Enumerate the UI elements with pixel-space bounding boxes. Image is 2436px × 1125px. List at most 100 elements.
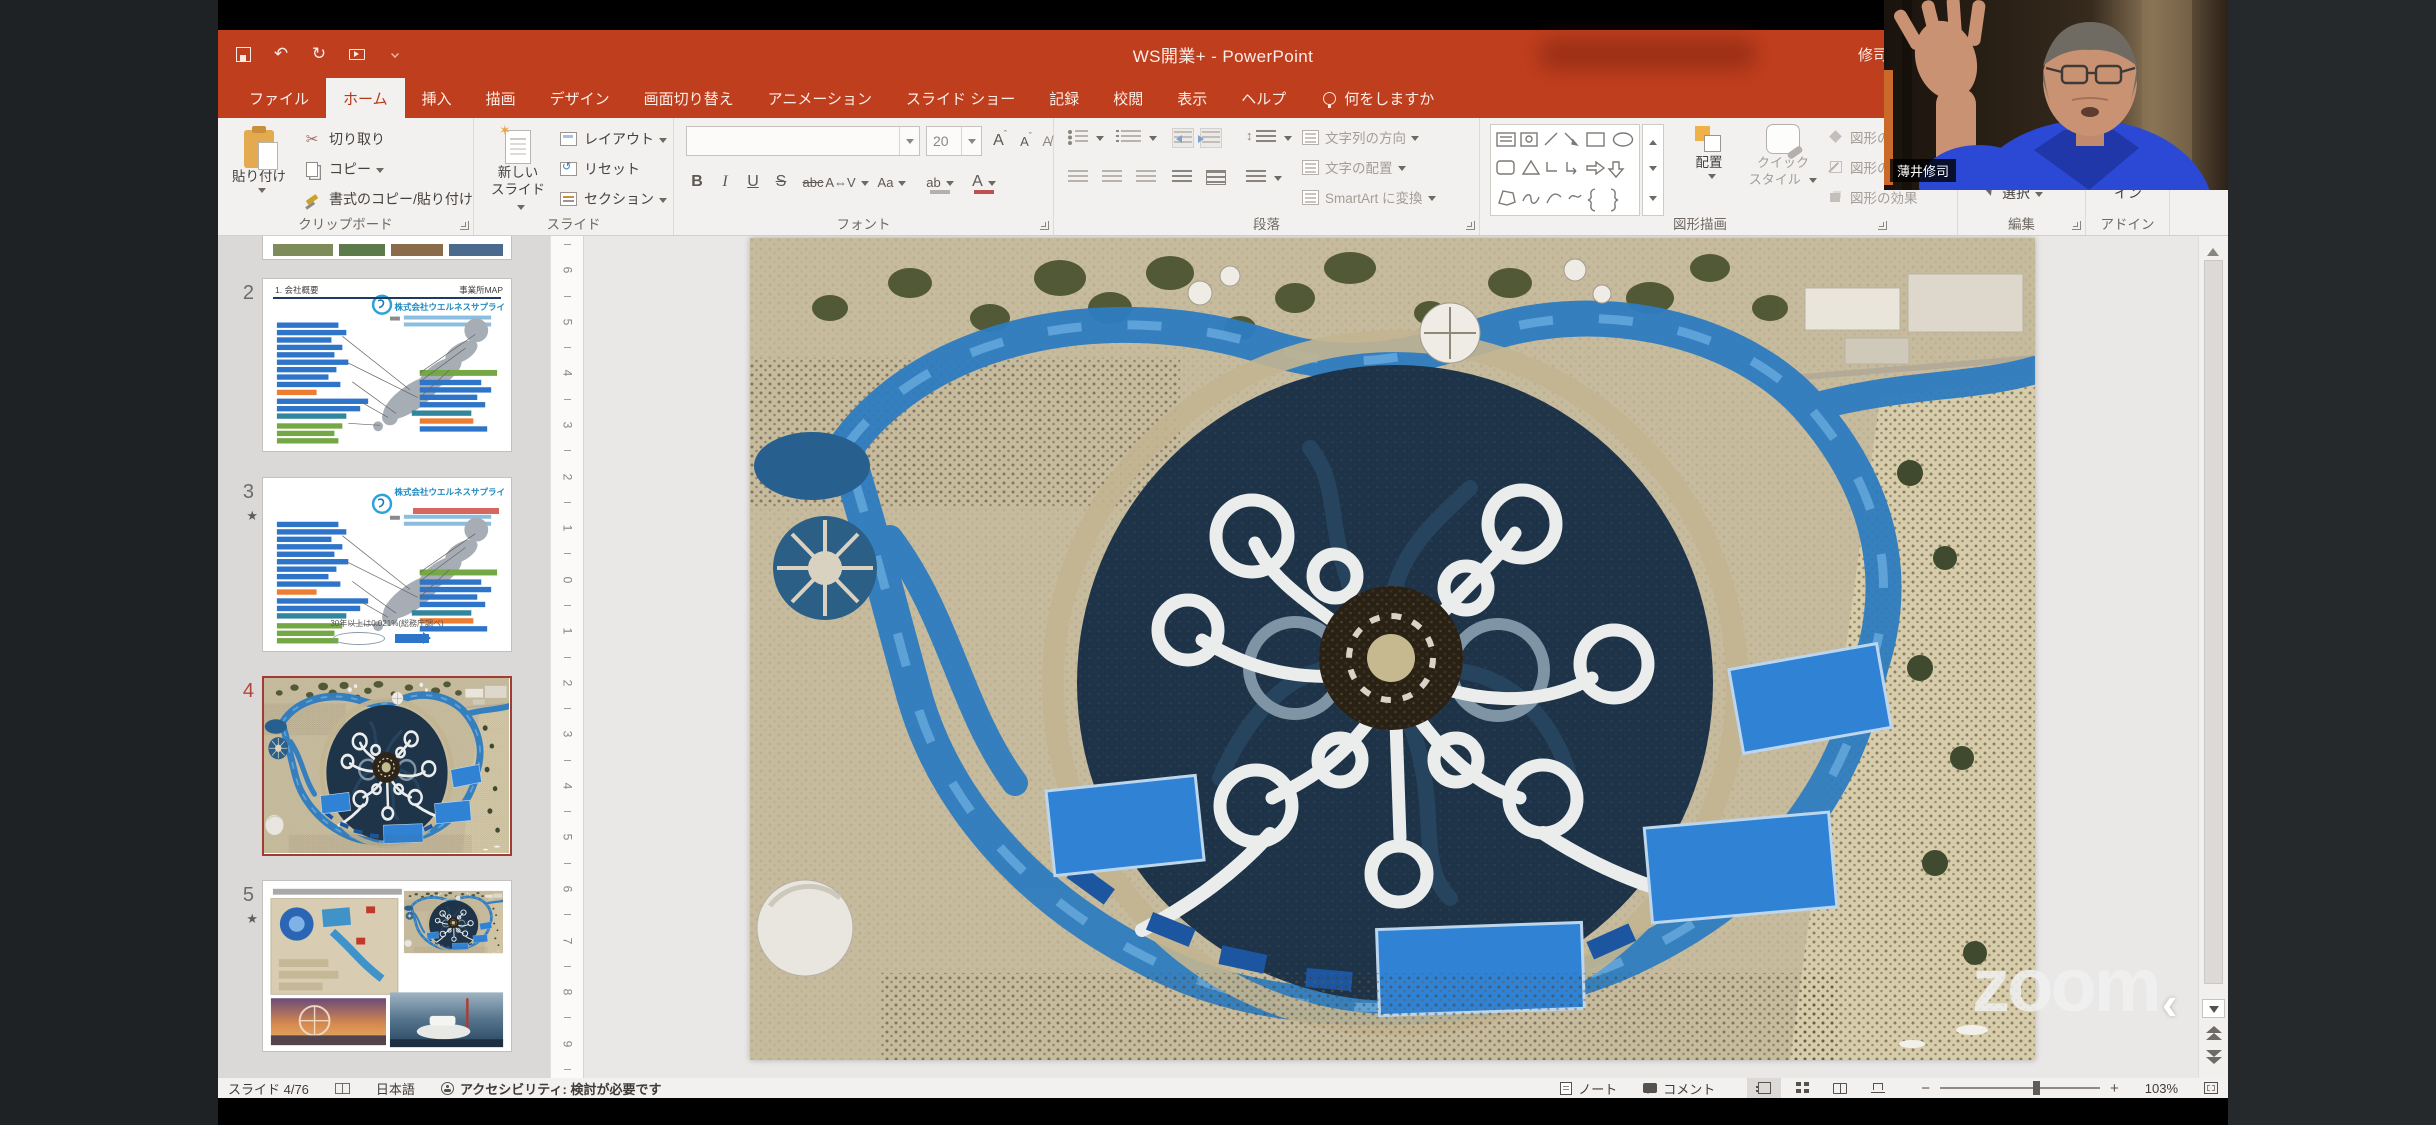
copy-button[interactable]: コピー	[302, 156, 384, 182]
comments-toggle[interactable]: コメント	[1643, 1079, 1715, 1098]
convert-smartart-button[interactable]: SmartArt に変換	[1302, 184, 1436, 210]
next-slide-button[interactable]	[2206, 1050, 2222, 1066]
columns-button[interactable]	[1246, 170, 1282, 185]
dialog-launcher-icon[interactable]	[1466, 221, 1475, 230]
screen: WS開業+ - PowerPoint 修司 ファイルホーム挿入描画デザイン画面切…	[0, 0, 2436, 1125]
quick-styles-icon	[1766, 124, 1800, 154]
distribute-button[interactable]	[1206, 170, 1226, 185]
align-center-button[interactable]	[1102, 170, 1122, 185]
slide-indicator[interactable]: スライド 4/76	[228, 1079, 309, 1098]
ribbon-group-slides: 新しい スライド レイアウト リセット セクション スライド	[474, 118, 674, 235]
slide-canvas-park-photo[interactable]	[750, 238, 2035, 1060]
text-direction-button[interactable]: 文字列の方向	[1302, 124, 1419, 150]
scroll-down-button[interactable]	[2202, 999, 2225, 1018]
tab-7[interactable]: スライド ショー	[889, 78, 1032, 118]
notes-toggle[interactable]: ノート	[1560, 1079, 1617, 1098]
arrange-button[interactable]: 配置	[1680, 118, 1738, 180]
tell-me-search[interactable]: 何をしますか	[1309, 78, 1448, 118]
line-spacing-button[interactable]	[1246, 130, 1292, 145]
tab-5[interactable]: 画面切り替え	[627, 78, 751, 118]
strikethrough-letter-button[interactable]: S	[770, 168, 792, 196]
character-spacing-button[interactable]: A⇔V	[832, 168, 862, 196]
bold-button[interactable]: B	[686, 168, 708, 196]
zoom-out-button[interactable]: −	[1921, 1080, 1930, 1097]
tab-3[interactable]: 描画	[469, 78, 533, 118]
decrease-indent-button[interactable]	[1172, 128, 1194, 148]
slide-thumbnail-2[interactable]: 1. 会社概要 事業所MAP 株式会社ウエルネスサプライ	[262, 278, 512, 452]
collapse-video-chevron-icon[interactable]: ‹	[2162, 976, 2177, 1030]
justify-button[interactable]	[1172, 170, 1192, 185]
tab-0[interactable]: ファイル	[232, 78, 326, 118]
font-name-combo[interactable]	[686, 126, 920, 156]
italic-button[interactable]: I	[714, 168, 736, 196]
font-color-button[interactable]: A	[970, 168, 998, 196]
shape-gallery-scroll[interactable]	[1642, 124, 1664, 216]
previous-slide-button[interactable]	[2206, 1026, 2222, 1042]
layout-button[interactable]: レイアウト	[560, 126, 667, 152]
cut-button[interactable]: 切り取り	[302, 126, 385, 152]
underline-button[interactable]: U	[742, 168, 764, 196]
shrink-font-button[interactable]: Aˇ	[1014, 127, 1038, 155]
zoom-percentage[interactable]: 103%	[2145, 1081, 2178, 1096]
tab-1[interactable]: ホーム	[326, 78, 405, 118]
zoom-slider[interactable]	[1940, 1087, 2100, 1089]
tab-6[interactable]: アニメーション	[751, 78, 889, 118]
zoom-video-overlay[interactable]: 薄井修司	[1884, 0, 2228, 190]
normal-view-button[interactable]	[1747, 1078, 1781, 1098]
align-right-button[interactable]	[1136, 170, 1156, 185]
zoom-slider-thumb[interactable]	[2033, 1081, 2040, 1095]
dialog-launcher-icon[interactable]	[1878, 221, 1887, 230]
font-size-combo[interactable]: 20	[926, 126, 982, 156]
reading-view-button[interactable]	[1823, 1078, 1857, 1098]
increase-indent-button[interactable]	[1200, 128, 1222, 148]
vertical-ruler[interactable]: 6543210123456789	[550, 236, 584, 1078]
slide-thumbnail-4-selected[interactable]	[262, 676, 512, 856]
editor-vertical-scrollbar[interactable]	[2198, 236, 2228, 1078]
tab-2[interactable]: 挿入	[405, 78, 469, 118]
slideshow-view-button[interactable]	[1861, 1078, 1895, 1098]
dialog-launcher-icon[interactable]	[460, 221, 469, 230]
change-case-button[interactable]: Aa	[878, 168, 906, 196]
numbering-button[interactable]	[1116, 130, 1157, 145]
align-left-button[interactable]	[1068, 170, 1088, 185]
grow-font-button[interactable]: Aˆ	[988, 127, 1012, 155]
highlight-color-button[interactable]: ab	[926, 168, 954, 196]
tab-11[interactable]: ヘルプ	[1224, 78, 1303, 118]
spellcheck-button[interactable]	[335, 1083, 350, 1094]
tab-10[interactable]: 表示	[1160, 78, 1224, 118]
scrollbar-thumb[interactable]	[2204, 260, 2223, 984]
shape-gallery[interactable]	[1490, 124, 1640, 216]
align-text-button[interactable]: 文字の配置	[1302, 154, 1406, 180]
chevron-down-icon	[659, 138, 667, 147]
tab-9[interactable]: 校閲	[1096, 78, 1160, 118]
dialog-launcher-icon[interactable]	[2072, 221, 2081, 230]
strikethrough-button[interactable]: abc	[798, 168, 828, 196]
group-label: 図形描画	[1480, 213, 1920, 233]
section-button[interactable]: セクション	[560, 186, 667, 212]
animation-star-icon	[232, 508, 258, 524]
format-painter-button[interactable]: 書式のコピー/貼り付け	[302, 186, 473, 212]
ruler-number: 2	[562, 679, 572, 686]
paste-button[interactable]: 貼り付け	[228, 124, 290, 194]
slide-thumbnail-5[interactable]	[262, 880, 512, 1052]
reset-button[interactable]: リセット	[560, 156, 640, 182]
chevron-up-icon	[1649, 136, 1657, 145]
zoom-in-button[interactable]: +	[2110, 1080, 2119, 1097]
new-slide-button[interactable]: 新しい スライド	[486, 124, 550, 215]
fit-to-window-icon[interactable]	[2204, 1082, 2218, 1094]
language-indicator[interactable]: 日本語	[376, 1079, 415, 1098]
shape-outline-icon	[1828, 159, 1844, 175]
tab-8[interactable]: 記録	[1032, 78, 1096, 118]
dialog-launcher-icon[interactable]	[1040, 221, 1049, 230]
slide-1-partial[interactable]	[262, 236, 512, 260]
scroll-up-icon[interactable]	[2207, 242, 2219, 256]
scissors-icon	[302, 130, 322, 148]
ruler-tick	[564, 244, 571, 245]
accessibility-checker[interactable]: アクセシビリティ: 検討が必要です	[441, 1079, 662, 1098]
slide-thumbnail-3[interactable]: 株式会社ウエルネスサプライ 30年以上は0.021%(総務庁調べ)	[262, 477, 512, 652]
tab-4[interactable]: デザイン	[533, 78, 627, 118]
align-text-icon	[1302, 160, 1319, 175]
bullets-button[interactable]	[1068, 130, 1104, 145]
quick-styles-button[interactable]: クイック スタイル	[1748, 118, 1818, 188]
slide-sorter-view-button[interactable]	[1785, 1078, 1819, 1098]
